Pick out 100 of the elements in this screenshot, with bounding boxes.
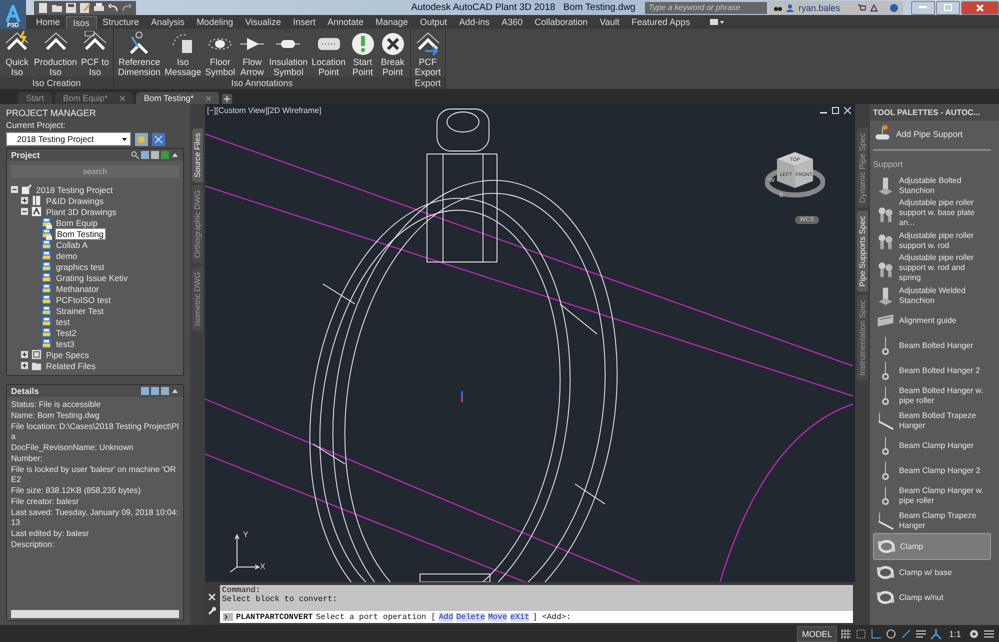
tree-item[interactable]: Test2 [55,328,78,338]
palette-tool[interactable]: Beam Clamp Hanger 2 [873,458,991,483]
customize-icon[interactable] [983,628,995,640]
ribbon-tab[interactable]: Analysis [145,16,191,28]
ribbon-button[interactable]: Iso Message [162,31,204,77]
palette-tool[interactable]: Beam Bolted Trapeze Hanger [873,408,991,433]
tree-item[interactable]: Plant 3D Drawings [45,206,118,216]
expand-icon[interactable] [21,197,28,204]
palette-tool[interactable]: Adjustable pipe roller support w. base plate an... [873,198,991,228]
project-dropdown[interactable]: 2018 Testing Project [6,132,131,146]
horizontal-scrollbar[interactable] [11,610,179,618]
maximize-button[interactable] [936,0,960,14]
document-tab[interactable]: Bom Equip* [54,92,133,104]
document-tab[interactable]: Bom Testing* [136,92,219,104]
ribbon-tab[interactable]: Structure [96,16,146,28]
palette-tool[interactable]: Clamp [873,533,991,560]
search-field[interactable]: search [11,165,179,178]
side-tab[interactable]: Orthographic DWG [192,185,203,264]
ribbon-button[interactable]: Reference Dimension [116,31,163,77]
ribbon-tab[interactable]: A360 [496,16,529,28]
ribbon-tab[interactable]: Featured Apps [626,16,696,28]
palette-tool[interactable]: Beam Bolted Hanger w. pipe roller [873,383,991,408]
tree-item[interactable]: Pipe Specs [45,350,90,360]
restore-icon[interactable] [832,107,839,114]
side-tab[interactable]: Instrumentation Spec [857,294,868,380]
palette-tool[interactable]: Beam Clamp Hanger w. pipe roller [873,483,991,508]
ribbon-tab[interactable]: Add-ins [453,16,496,28]
ribbon-tab[interactable]: Insert [286,16,322,28]
tree-item[interactable]: test [55,316,71,326]
tree-item[interactable]: 2018 Testing Project [35,184,114,194]
ribbon-button[interactable]: PCF to Iso [79,31,112,77]
palette-tool[interactable]: Adjustable pipe roller support w. rod and spring [873,253,991,283]
ribbon-tab[interactable]: Home [30,16,66,28]
command-field[interactable]: PLANTPARTCONVERT Select a port operation [ Add Delete Move eXit ] <Add>: [220,611,853,623]
ribbon-button[interactable]: Start Point [348,31,378,77]
tree-item[interactable]: Methanator [55,284,100,294]
palette-tool[interactable]: Add Pipe Support [873,121,991,151]
cart-icon[interactable] [858,4,866,12]
tree-item[interactable]: Bom Equip [55,218,99,228]
tree-item[interactable]: Bom Testing [55,228,106,240]
expand-icon[interactable] [21,351,28,358]
ribbon-button[interactable]: PCF Export [412,31,443,77]
ribbon-tab[interactable]: Manage [370,16,414,28]
palette-tool[interactable]: Adjustable Bolted Stanchion [873,173,991,198]
tree-item[interactable]: Related Files [45,360,97,370]
collapse-icon[interactable] [171,387,179,395]
wrench-icon[interactable] [208,607,216,615]
tree-item[interactable]: graphics test [55,262,106,272]
ribbon-tab[interactable]: Output [414,16,454,28]
viewport-label[interactable]: [−][Custom View][2D Wireframe] [207,106,322,115]
side-tab[interactable]: Isometric DWG [192,266,203,331]
ribbon-tab[interactable]: Isos [66,16,97,28]
tree-item[interactable]: PCFtoISO test [55,294,112,304]
tree-item[interactable]: Collab A [55,240,89,250]
expand-icon[interactable] [21,362,28,369]
palette-tool[interactable]: Clamp w/nut [873,585,991,610]
model-button[interactable]: MODEL [796,626,838,642]
folder-icon[interactable] [52,2,62,12]
ribbon-tab[interactable]: Vault [594,16,626,28]
side-tab[interactable]: Pipe Supports Spec [857,210,868,292]
tree-item[interactable]: P&ID Drawings [45,196,105,206]
settings-icon[interactable] [968,628,980,640]
tree-item[interactable]: Strainer Test [55,306,105,316]
side-tab[interactable]: Dynamic Pipe Spec [857,128,868,208]
collapse-icon[interactable] [11,186,18,193]
lineweight-icon[interactable] [915,628,928,640]
panel-toggle-icon[interactable] [710,18,724,26]
save-as-icon[interactable] [80,2,90,12]
ribbon-tab[interactable]: Visualize [239,16,287,28]
ribbon-button[interactable]: Production Iso [32,31,80,77]
tree-item[interactable]: test3 [55,338,76,348]
ribbon-button[interactable]: Quick Iso [2,31,32,77]
save-icon[interactable] [66,2,76,12]
ribbon-button[interactable]: Flow Arrow [237,31,268,77]
palette-tool[interactable]: Clamp w/ base [873,560,991,585]
palette-tool[interactable]: Beam Clamp Hanger [873,433,991,458]
add-tab-icon[interactable] [222,94,232,104]
search-icon[interactable] [131,151,139,159]
print-icon[interactable] [94,2,104,12]
minimize-button[interactable] [911,0,935,14]
tree-item[interactable]: Grating Issue Ketiv [55,272,129,282]
redo-icon[interactable] [122,2,132,12]
grid-icon[interactable] [840,628,852,640]
palette-tool[interactable]: Alignment guide [873,308,991,333]
palette-tool[interactable]: Adjustable pipe roller support w. rod [873,228,991,253]
close-button[interactable] [961,0,999,14]
palette-tool[interactable]: Beam Clamp Trapeze Hanger [873,508,991,533]
ribbon-tab[interactable]: Modeling [190,16,240,28]
new-file-icon[interactable] [38,2,48,12]
gear-icon[interactable] [135,132,148,146]
undo-icon[interactable] [108,2,118,12]
side-tab[interactable]: Source Files [192,128,203,182]
palette-tool[interactable]: Beam Bolted Hanger [873,333,991,358]
ribbon-tab[interactable]: Collaboration [528,16,594,28]
palette-tool[interactable]: Beam Bolted Hanger 2 [873,358,991,383]
ribbon-button[interactable]: Floor Symbol [203,31,238,77]
search-field[interactable]: Type a keyword or phrase [645,2,768,14]
ribbon-button[interactable]: Break Point [378,31,408,77]
ribbon-tab[interactable]: Annotate [321,16,370,28]
ribbon-button[interactable]: Insulation Symbol [267,31,310,77]
